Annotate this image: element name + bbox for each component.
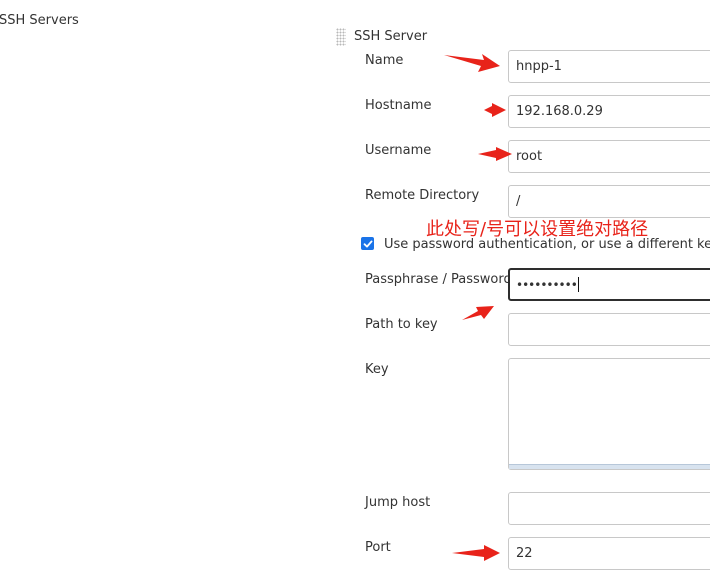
arrow-icon	[444, 54, 500, 72]
hostname-input[interactable]: 192.168.0.29	[508, 95, 710, 128]
port-label: Port	[365, 540, 391, 555]
port-value: 22	[516, 546, 533, 561]
jump-host-input[interactable]	[508, 492, 710, 525]
checkmark-icon	[363, 240, 372, 247]
text-caret	[577, 277, 579, 292]
path-to-key-input[interactable]	[508, 313, 710, 346]
server-title: SSH Server	[354, 29, 428, 44]
path-to-key-label: Path to key	[365, 317, 438, 332]
jump-host-label: Jump host	[365, 495, 431, 510]
name-input[interactable]: hnpp-1	[508, 50, 710, 83]
remote-directory-label: Remote Directory	[365, 188, 480, 203]
drag-handle-icon[interactable]	[336, 28, 346, 46]
key-label: Key	[365, 362, 389, 377]
passphrase-value: ••••••••••	[516, 277, 578, 292]
arrow-icon	[478, 147, 512, 161]
remote-directory-value: /	[516, 194, 521, 209]
arrow-icon	[462, 306, 494, 320]
use-password-label: Use password authentication, or use a di…	[384, 237, 710, 252]
port-input[interactable]: 22	[508, 537, 710, 570]
passphrase-input[interactable]: ••••••••••	[508, 268, 710, 301]
username-value: root	[516, 149, 543, 164]
use-password-checkbox[interactable]	[361, 237, 374, 250]
textarea-resize-handle[interactable]	[509, 464, 710, 469]
name-value: hnpp-1	[516, 59, 562, 74]
remote-directory-input[interactable]: /	[508, 185, 710, 218]
key-textarea[interactable]	[508, 358, 710, 470]
section-title: SSH Servers	[0, 13, 79, 28]
arrow-icon	[452, 545, 500, 561]
name-label: Name	[365, 53, 404, 68]
arrow-icon	[484, 103, 506, 117]
username-input[interactable]: root	[508, 140, 710, 173]
hostname-value: 192.168.0.29	[516, 104, 603, 119]
passphrase-label: Passphrase / Password	[365, 272, 512, 287]
username-label: Username	[365, 143, 432, 158]
hostname-label: Hostname	[365, 98, 432, 113]
